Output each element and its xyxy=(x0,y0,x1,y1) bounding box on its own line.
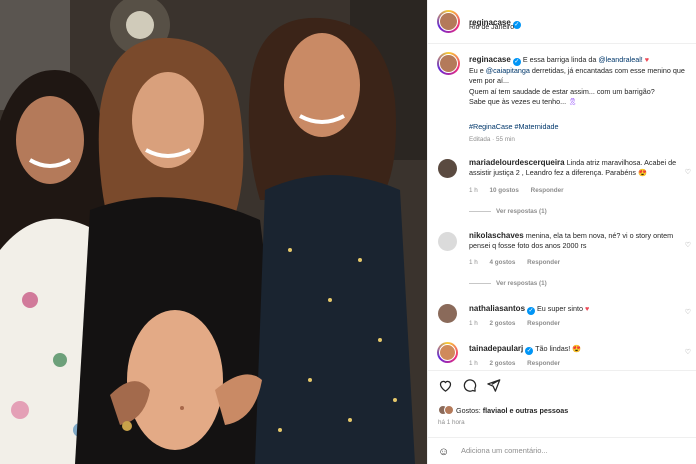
comment-time: 1 h xyxy=(469,187,478,194)
verified-badge-icon: ✓ xyxy=(527,307,536,315)
comment-time: 1 h xyxy=(469,320,478,327)
comment-likes[interactable]: 4 gostos xyxy=(490,259,516,266)
author-avatar[interactable] xyxy=(437,10,460,33)
commenter-avatar[interactable] xyxy=(438,232,457,251)
send-icon[interactable] xyxy=(486,378,501,393)
commenter-username[interactable]: mariadelourdescerqueira xyxy=(469,158,565,167)
comment-likes[interactable]: 10 gostos xyxy=(490,187,519,194)
comment-actions: 1 h 2 gostos Responder xyxy=(469,320,570,327)
emoji-icon[interactable]: ☺ xyxy=(438,446,449,458)
reply-button[interactable]: Responder xyxy=(531,187,564,194)
caption-meta: Editada · 55 min xyxy=(469,136,515,143)
comment-likes[interactable]: 2 gostos xyxy=(490,320,516,327)
comment-body: tainadepaularj ✓ Tão lindas! 😍 xyxy=(469,344,695,355)
heart-icon[interactable] xyxy=(438,378,453,393)
post-header: reginacase ✓ Rio de Janeiro xyxy=(428,0,696,44)
likes-suffix[interactable]: e outras pessoas xyxy=(508,406,569,415)
caption-author-avatar[interactable] xyxy=(437,52,460,75)
ribbon-emoji-icon: 🎗 xyxy=(568,96,578,106)
caption-hashtags[interactable]: #ReginaCase #Maternidade xyxy=(469,122,559,131)
comment-like-heart-icon[interactable]: ♡ xyxy=(685,308,691,316)
view-replies-button[interactable]: Ver respostas (1) xyxy=(469,208,547,215)
comment-text: Eu super sinto xyxy=(537,304,583,313)
mention-link[interactable]: @caiapitanga xyxy=(486,66,530,75)
likes-prefix: Gostos: xyxy=(456,406,483,415)
liker-avatar[interactable] xyxy=(444,405,454,415)
likes-user[interactable]: flaviaol xyxy=(483,406,508,415)
view-replies-button[interactable]: Ver respostas (1) xyxy=(469,280,547,287)
commenter-username[interactable]: nikolaschaves xyxy=(469,231,524,240)
comment-text: Tão lindas! xyxy=(535,344,571,353)
heart-eyes-emoji-icon: 😍 xyxy=(638,168,647,178)
post-time: há 1 hora xyxy=(438,419,465,426)
verified-badge-icon: ✓ xyxy=(512,58,521,66)
comment-actions: 1 h 10 gostos Responder xyxy=(469,187,574,194)
reply-button[interactable]: Responder xyxy=(527,320,560,327)
comment-actions: 1 h 4 gostos Responder xyxy=(469,259,570,266)
comment-like-heart-icon[interactable]: ♡ xyxy=(685,348,691,356)
comment-like-heart-icon[interactable]: ♡ xyxy=(685,241,691,249)
comment-time: 1 h xyxy=(469,360,478,367)
caption-username[interactable]: reginacase xyxy=(469,55,511,64)
caption-line4: Sabe que às vezes eu tenho... xyxy=(469,96,567,106)
post-photo[interactable] xyxy=(0,0,427,464)
commenter-avatar[interactable] xyxy=(437,342,458,363)
likes-summary: Gostos: flaviaol e outras pessoas xyxy=(438,405,568,415)
post-footer: Gostos: flaviaol e outras pessoas há 1 h… xyxy=(428,370,696,464)
caption-line1: E essa barriga linda da xyxy=(522,55,599,64)
commenter-username[interactable]: nathaliasantos xyxy=(469,304,525,313)
verified-badge-icon: ✓ xyxy=(525,347,534,355)
comment-input[interactable] xyxy=(461,446,681,455)
red-heart-emoji-icon: ♥ xyxy=(644,55,650,64)
commenter-avatar[interactable] xyxy=(438,304,457,323)
comment-body: mariadelourdescerqueira Linda atriz mara… xyxy=(469,158,695,179)
reply-button[interactable]: Responder xyxy=(527,259,560,266)
heart-eyes-emoji-icon: 😍 xyxy=(572,344,582,353)
reply-button[interactable]: Responder xyxy=(527,360,560,367)
comment-likes[interactable]: 2 gostos xyxy=(490,360,516,367)
comment-body: nathaliasantos ✓ Eu super sinto ♥ xyxy=(469,304,695,315)
caption-line2-pre: Eu e xyxy=(469,66,486,75)
comment-body: nikolaschaves menina, ela ta bem nova, n… xyxy=(469,231,695,252)
post-sidebar: reginacase ✓ Rio de Janeiro reginacase ✓ E… xyxy=(427,0,696,464)
comment-time: 1 h xyxy=(469,259,478,266)
caption-line3: Quem aí tem saudade de estar assim... co… xyxy=(469,86,655,96)
add-comment-bar: ☺ xyxy=(428,437,696,464)
comment-icon[interactable] xyxy=(462,378,477,393)
commenter-avatar[interactable] xyxy=(438,159,457,178)
post-location[interactable]: Rio de Janeiro xyxy=(469,24,514,31)
commenter-username[interactable]: tainadepaularj xyxy=(469,344,523,353)
comment-actions: 1 h 2 gostos Responder xyxy=(469,360,570,367)
comment-like-heart-icon[interactable]: ♡ xyxy=(685,168,691,176)
post-caption: reginacase ✓ E essa barriga linda da @lea… xyxy=(469,55,695,107)
red-heart-emoji-icon: ♥ xyxy=(584,304,590,313)
photo-illustration xyxy=(0,0,427,464)
mention-link[interactable]: @leandraleal! xyxy=(598,55,642,64)
